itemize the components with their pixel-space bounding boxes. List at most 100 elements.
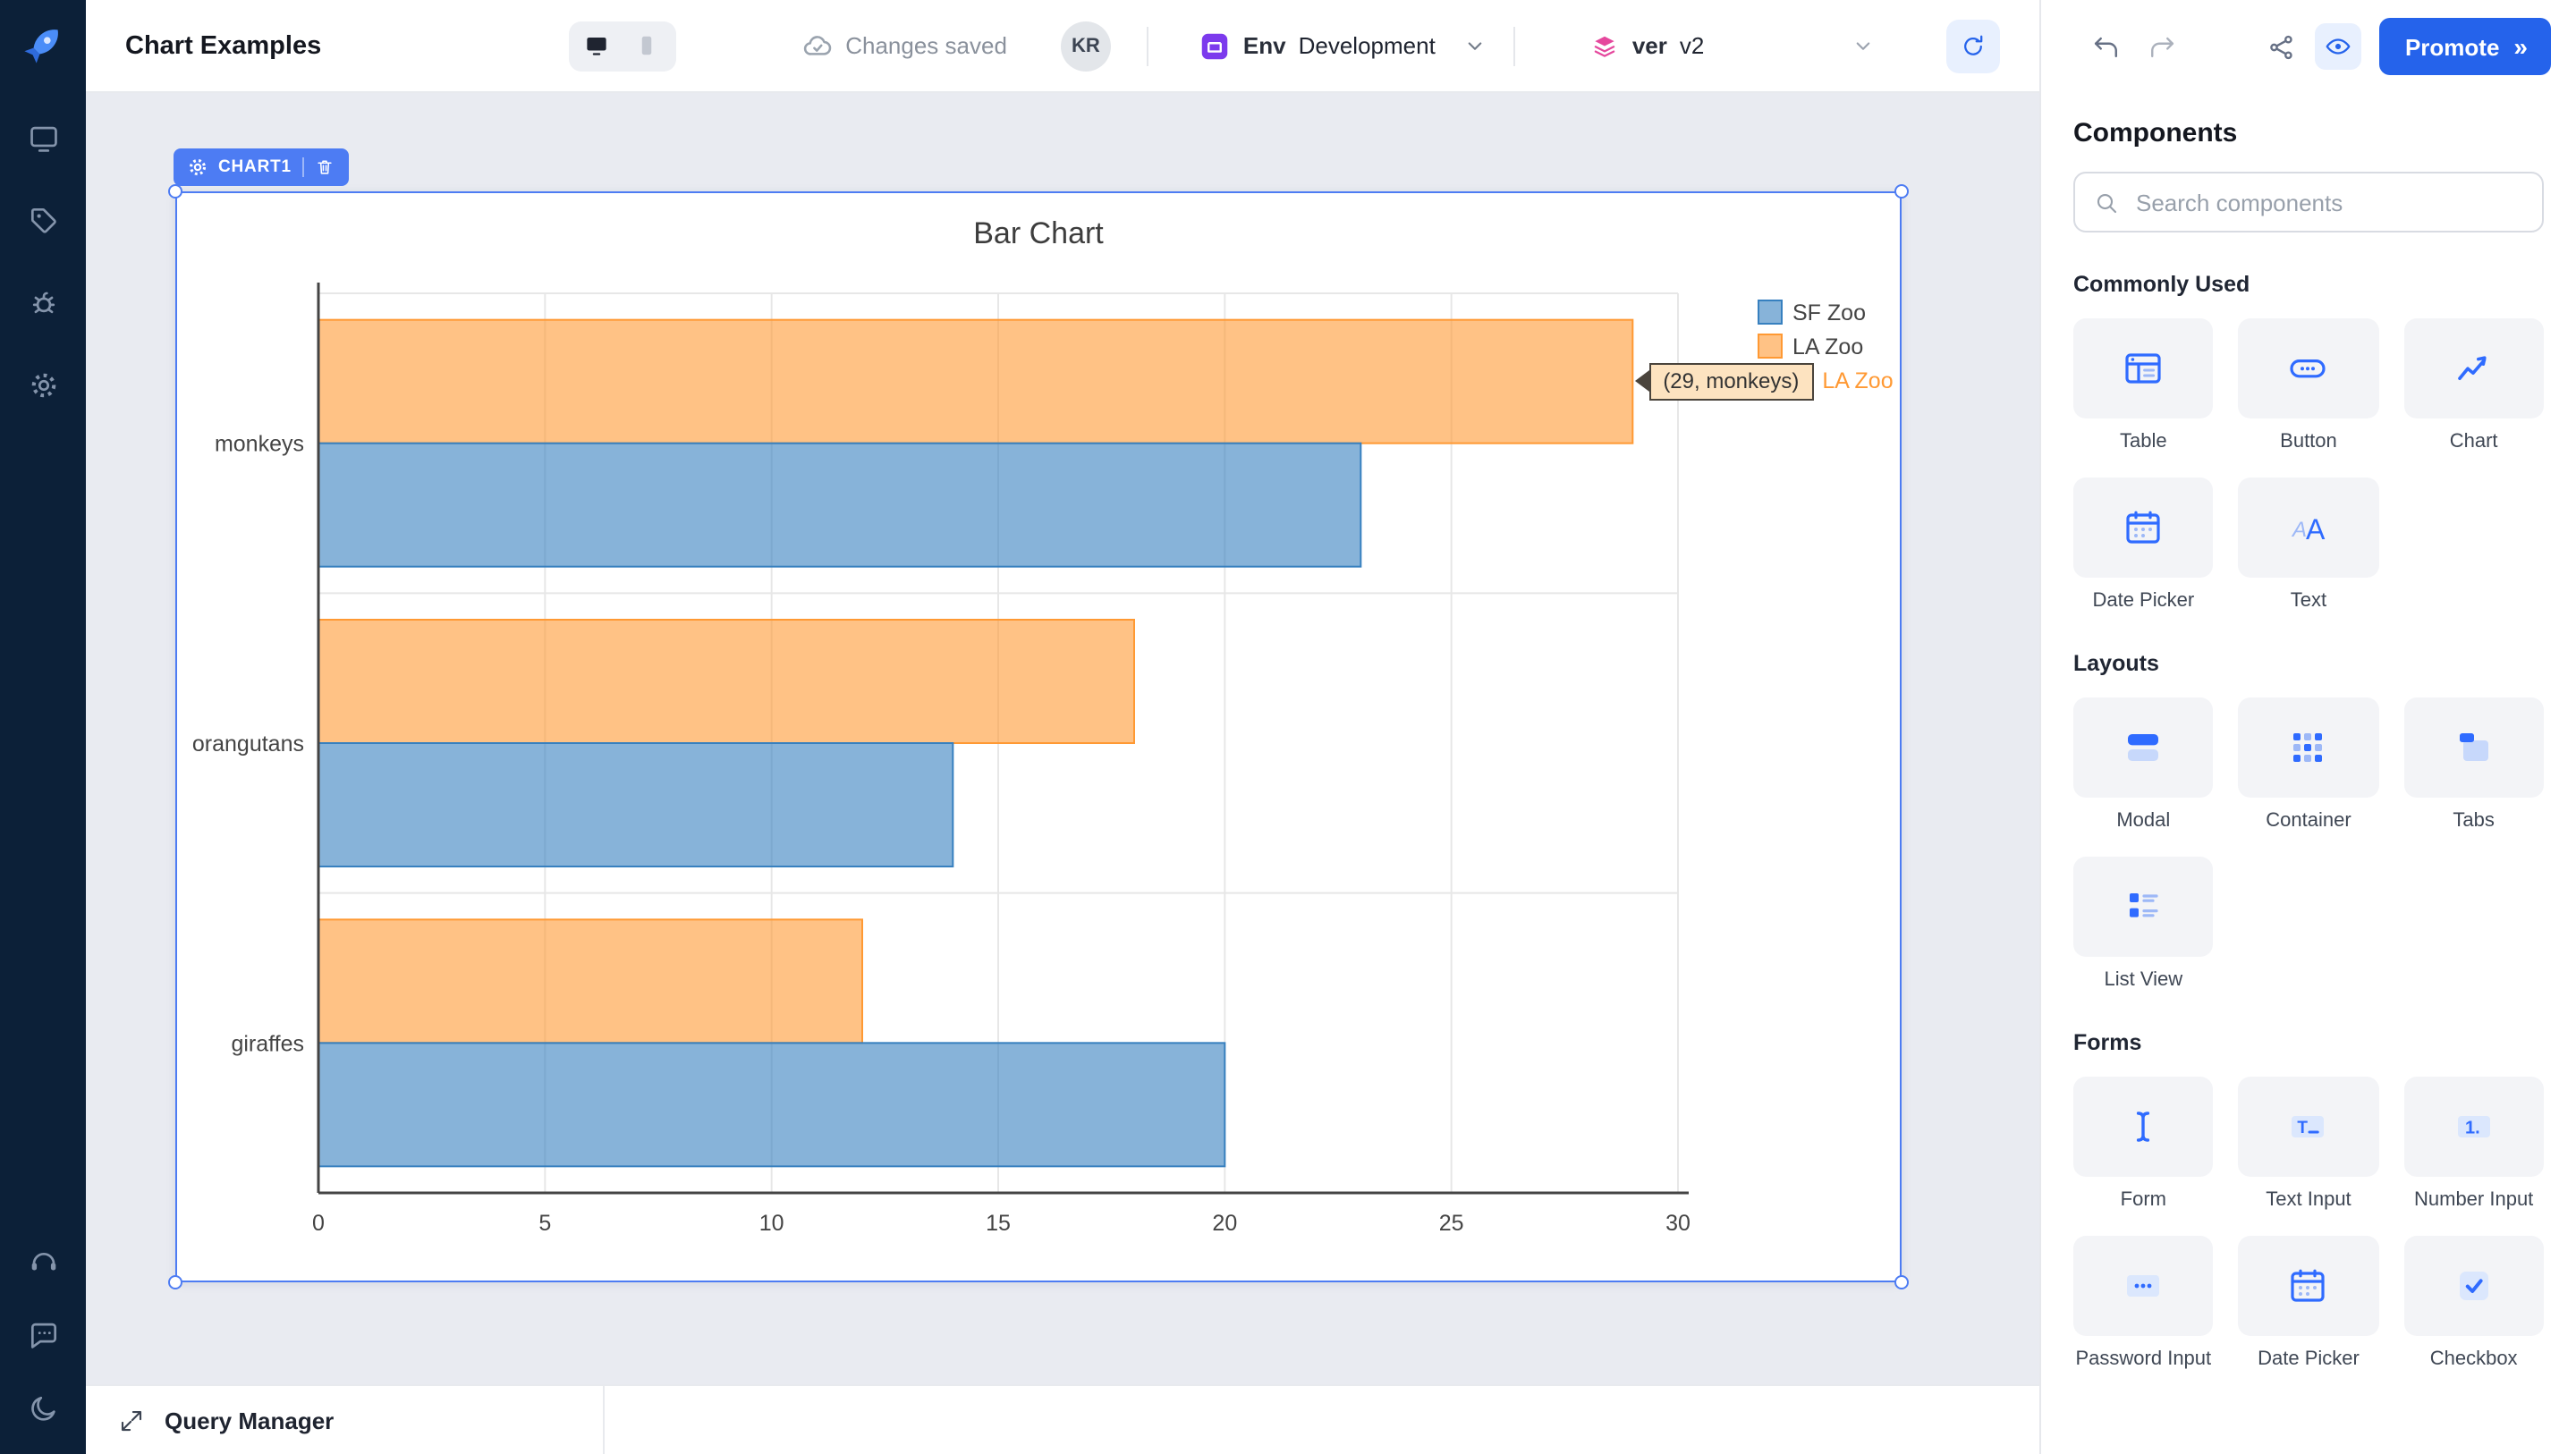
tabs-icon (2403, 697, 2544, 798)
cloud-check-icon (801, 30, 833, 62)
rail-nav (26, 122, 60, 402)
component-card-container[interactable]: Container (2239, 697, 2379, 832)
env-label: Env (1243, 32, 1286, 59)
eye-icon (2325, 32, 2353, 61)
left-rail (0, 0, 86, 1454)
environment-dropdown[interactable]: Env Development (1199, 30, 1489, 62)
promote-button[interactable]: Promote » (2380, 18, 2551, 75)
avatar[interactable]: KR (1061, 21, 1111, 71)
pages-icon[interactable] (26, 122, 60, 156)
component-card-chart[interactable]: Chart (2403, 318, 2544, 452)
trash-icon[interactable] (315, 157, 335, 177)
component-card-form[interactable]: Form (2073, 1077, 2214, 1211)
component-grid: Modal Container Tabs List View (2073, 697, 2544, 991)
rail-utilities (26, 1245, 60, 1425)
redo-icon (2147, 31, 2177, 62)
component-label: Chart (2450, 431, 2498, 452)
component-card-modal[interactable]: Modal (2073, 697, 2214, 832)
rocket-logo-icon[interactable] (19, 20, 67, 68)
svg-text:orangutans: orangutans (192, 731, 304, 757)
app-root: Chart Examples Changes saved KR Env Deve… (0, 0, 2576, 1454)
component-label: Table (2120, 431, 2167, 452)
component-card-list-view[interactable]: List View (2073, 857, 2214, 991)
component-card-number-input[interactable]: 1. Number Input (2403, 1077, 2544, 1211)
component-card-password-input[interactable]: Password Input (2073, 1236, 2214, 1370)
svg-text:T: T (2298, 1119, 2309, 1137)
settings-icon[interactable] (26, 368, 60, 402)
component-label: Number Input (2414, 1189, 2533, 1211)
section-title: Commonly Used (2073, 272, 2544, 297)
search-input[interactable] (2132, 187, 2524, 217)
component-card-table[interactable]: Table (2073, 318, 2214, 452)
svg-text:A: A (2307, 513, 2326, 545)
chevron-down-icon (1849, 32, 1876, 59)
component-sections: Commonly Used Table Button Chart Date Picker… (2073, 272, 2544, 1370)
component-label: Modal (2116, 810, 2170, 832)
svg-text:20: 20 (1212, 1211, 1237, 1236)
preview-button[interactable] (2316, 23, 2362, 70)
component-label: Button (2280, 431, 2337, 452)
component-label: Form (2121, 1189, 2166, 1211)
device-toggle (568, 21, 675, 71)
tags-icon[interactable] (26, 204, 60, 238)
gear-icon[interactable] (188, 157, 208, 177)
divider (1514, 26, 1516, 65)
refresh-button[interactable] (1946, 19, 2000, 72)
component-chip: CHART1 (174, 148, 349, 186)
component-label: Container (2266, 810, 2351, 832)
component-card-date-picker[interactable]: Date Picker (2073, 478, 2214, 612)
panel-toolbar: Promote » (2041, 0, 2576, 93)
svg-text:30: 30 (1665, 1211, 1690, 1236)
container-icon (2239, 697, 2379, 798)
undo-button[interactable] (2091, 31, 2122, 62)
mobile-toggle-button[interactable] (623, 26, 670, 65)
component-search (2073, 172, 2544, 232)
undo-icon (2091, 31, 2122, 62)
checkbox-icon (2403, 1236, 2544, 1336)
component-chip-label[interactable]: CHART1 (218, 157, 292, 177)
search-icon (2093, 189, 2120, 216)
tooltip-value: (29, monkeys) (1648, 363, 1813, 401)
component-card-date-picker[interactable]: Date Picker (2239, 1236, 2379, 1370)
phone-icon (633, 32, 660, 59)
component-label: Date Picker (2258, 1348, 2360, 1370)
component-card-tabs[interactable]: Tabs (2403, 697, 2544, 832)
calendar-icon (2073, 478, 2214, 578)
promote-label: Promote (2405, 33, 2499, 60)
svg-text:1.: 1. (2465, 1119, 2480, 1138)
textinput-icon: T (2239, 1077, 2379, 1177)
chart-component[interactable]: CHART1 Bar Chart monkeysorangutansgiraff… (175, 191, 1902, 1282)
env-value: Development (1299, 32, 1436, 59)
components-panel: Promote » Components Commonly UsedTableB… (2039, 0, 2576, 1454)
svg-text:A: A (2292, 518, 2308, 542)
component-label: Tabs (2453, 810, 2495, 832)
redo-button[interactable] (2147, 31, 2177, 62)
desktop-toggle-button[interactable] (573, 26, 620, 65)
chart-hover-tooltip: (29, monkeys) LA Zoo (1634, 360, 1893, 403)
bar-chart-plot: monkeysorangutansgiraffes051015202530SF … (177, 193, 1903, 1284)
component-label: Text (2291, 590, 2326, 612)
theme-icon[interactable] (26, 1391, 60, 1425)
chat-icon[interactable] (26, 1318, 60, 1352)
version-value: v2 (1680, 32, 1704, 59)
editor-canvas[interactable]: CHART1 Bar Chart monkeysorangutansgiraff… (86, 93, 2039, 1454)
svg-text:LA Zoo: LA Zoo (1792, 334, 1863, 359)
divider (1147, 26, 1148, 65)
component-card-checkbox[interactable]: Checkbox (2403, 1236, 2544, 1370)
debug-icon[interactable] (26, 286, 60, 320)
query-manager-label: Query Manager (165, 1407, 334, 1433)
svg-text:SF Zoo: SF Zoo (1792, 300, 1866, 325)
component-card-text-input[interactable]: TText Input (2239, 1077, 2379, 1211)
component-card-button[interactable]: Button (2239, 318, 2379, 452)
expand-icon (118, 1407, 145, 1433)
text-icon: AA (2239, 478, 2379, 578)
table-icon (2073, 318, 2214, 418)
component-label: Checkbox (2430, 1348, 2518, 1370)
support-icon[interactable] (26, 1245, 60, 1279)
query-manager-toggle[interactable]: Query Manager (86, 1386, 605, 1454)
component-card-text[interactable]: AA Text (2239, 478, 2379, 612)
passwordinput-icon (2073, 1236, 2214, 1336)
share-button[interactable] (2267, 31, 2298, 62)
version-dropdown[interactable]: ver v2 (1591, 31, 1877, 60)
bottom-bar: Query Manager (86, 1384, 2039, 1454)
